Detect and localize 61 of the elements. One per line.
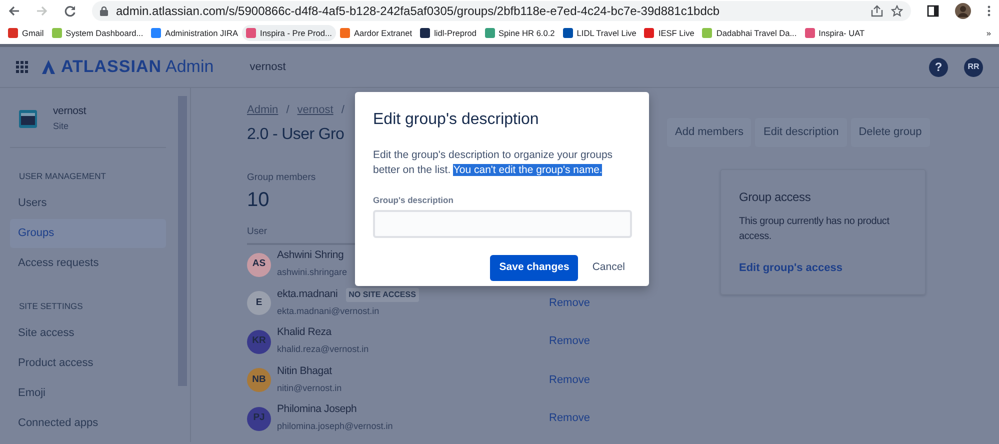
bookmark[interactable]: Inspira - Pre Prod...	[242, 24, 336, 42]
menu-icon[interactable]	[987, 5, 991, 17]
members-count: 10	[247, 188, 270, 213]
user-name: Ashwini Shring	[277, 248, 344, 264]
bookmark[interactable]: Gmail	[4, 24, 48, 42]
status-badge: NO SITE ACCESS	[346, 288, 419, 302]
user-email: nitin@vernost.in	[277, 382, 342, 393]
bookmark[interactable]: Aardor Extranet	[336, 24, 416, 42]
user-email: philomina.joseph@vernost.in	[277, 421, 393, 432]
breadcrumb-separator: /	[286, 103, 290, 118]
bookmark[interactable]: lidl-Preprod	[416, 24, 480, 42]
section-heading: USER MANAGEMENT	[19, 170, 107, 183]
bookmark[interactable]: System Dashboard...	[48, 24, 148, 42]
profile-avatar-icon[interactable]	[955, 3, 971, 19]
description-field[interactable]	[373, 210, 632, 238]
save-button[interactable]: Save changes	[490, 254, 578, 280]
user-name: Khalid Reza	[277, 325, 332, 340]
user-name: Nitin Bhagat	[277, 364, 332, 379]
user-avatar: PJ	[247, 406, 271, 430]
brand-name: ATLASSIAN	[61, 56, 162, 78]
lock-icon	[100, 6, 108, 16]
star-icon[interactable]	[891, 5, 903, 17]
bookmark[interactable]: Administration JIRA	[147, 24, 242, 42]
site-label: Site	[53, 120, 70, 133]
user-email: ashwini.shringare	[277, 267, 348, 278]
share-icon[interactable]	[871, 5, 883, 17]
organization-name: vernost	[250, 60, 286, 75]
user-avatar: KR	[247, 330, 271, 354]
user-avatar[interactable]: RR	[964, 58, 983, 76]
dialog-title: Edit group's description	[373, 110, 540, 130]
user-name: Philomina Joseph	[277, 402, 357, 418]
bookmark[interactable]: Spine HR 6.0.2	[480, 24, 559, 42]
user-avatar: AS	[247, 252, 271, 276]
card-title: Group access	[739, 188, 812, 206]
cancel-button[interactable]: Cancel	[586, 258, 631, 276]
more-bookmarks-button[interactable]: »	[982, 24, 995, 42]
field-label: Group's description	[373, 194, 454, 207]
bookmark[interactable]: IESF Live	[640, 24, 698, 42]
app-grid-icon[interactable]	[16, 61, 28, 73]
page-title: 2.0 - User Gro	[247, 124, 344, 144]
breadcrumb-separator: /	[341, 103, 344, 118]
user-email: khalid.reza@vernost.in	[277, 344, 369, 354]
user-avatar: NB	[247, 368, 271, 392]
bookmark[interactable]: Dadabhai Travel Da...	[698, 24, 801, 42]
members-label: Group members	[247, 172, 316, 182]
product-name: Admin	[166, 56, 214, 78]
logo-icon	[42, 60, 55, 74]
reload-icon[interactable]	[64, 5, 76, 17]
bookmark[interactable]: Inspira- UAT	[800, 24, 869, 42]
side-panel-icon[interactable]	[927, 5, 939, 17]
back-icon[interactable]	[8, 5, 20, 17]
help-icon[interactable]: ?	[929, 58, 948, 76]
user-email: ekta.madnani@vernost.in	[277, 306, 380, 316]
site-name: vernost	[53, 104, 86, 119]
user-name: ekta.madnani	[277, 286, 338, 302]
site-icon	[19, 110, 37, 128]
card-text: This group currently has no product access.	[739, 214, 890, 244]
bookmark[interactable]: LIDL Travel Live	[558, 24, 640, 42]
section-heading: SITE SETTINGS	[19, 300, 84, 313]
dialog-description: Edit the group's description to organize your groups better on the list. You can't edit the group's name.	[373, 148, 614, 178]
user-avatar: E	[247, 291, 271, 315]
